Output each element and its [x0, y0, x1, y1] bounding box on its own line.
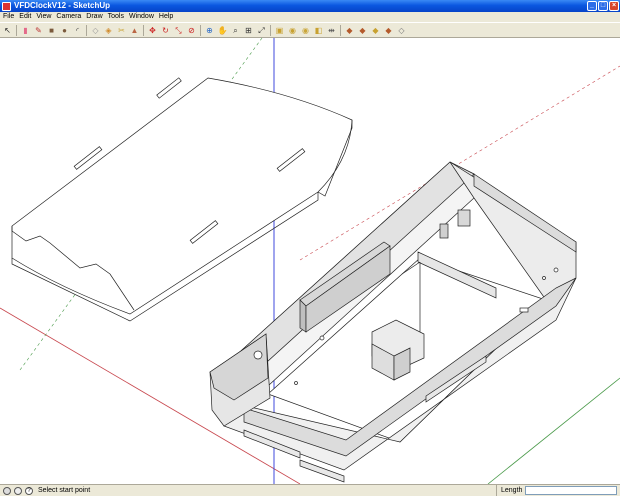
paint-bucket-icon[interactable]: ◈: [103, 25, 114, 36]
toolbar-separator: [270, 24, 271, 36]
green-axis-solid: [487, 377, 620, 484]
zoom-extents-icon[interactable]: ⤢: [256, 25, 267, 36]
styles-icon[interactable]: ◆: [370, 25, 381, 36]
toolbar-separator: [340, 24, 341, 36]
pan-icon[interactable]: ✋: [217, 25, 228, 36]
rectangle-icon[interactable]: ■: [46, 25, 57, 36]
model-drawing: [0, 38, 620, 484]
tape-measure-icon[interactable]: ✂: [116, 25, 127, 36]
menu-draw[interactable]: Draw: [83, 12, 104, 22]
menu-edit[interactable]: Edit: [16, 12, 33, 22]
camera-icon[interactable]: ▣: [274, 25, 285, 36]
main-toolbar: ↖ ▮ ✎ ■ ● ◜ ◇ ◈ ✂ ▲ ✥ ↻ ⤡ ⊘ ⊕ ✋ ⌕ ⊞ ⤢ ▣ ◉ ◉ ◧ ⇹ ◆ ◆ ◆ ◆ ◇: [0, 22, 620, 38]
sketchup-app-icon: [2, 1, 11, 11]
title-bar: VFDClockV12 - SketchUp _ □ ×: [0, 0, 620, 12]
make-component-icon[interactable]: ◇: [90, 25, 101, 36]
menu-view[interactable]: View: [33, 12, 53, 22]
push-pull-icon[interactable]: ▲: [129, 25, 140, 36]
toolbar-separator: [86, 24, 87, 36]
window-controls: _ □ ×: [587, 1, 619, 11]
minimize-button[interactable]: _: [587, 1, 597, 11]
menu-camera[interactable]: Camera: [53, 12, 83, 22]
select-arrow-icon[interactable]: ↖: [2, 25, 13, 36]
zoom-icon[interactable]: ⌕: [230, 25, 241, 36]
look-around-icon[interactable]: ◉: [300, 25, 311, 36]
walk-icon[interactable]: ◉: [287, 25, 298, 36]
toolbar-separator: [143, 24, 144, 36]
toolbar-separator: [16, 24, 17, 36]
eraser-icon[interactable]: ▮: [20, 25, 31, 36]
offset-icon[interactable]: ⊘: [186, 25, 197, 36]
window-title: VFDClockV12 - SketchUp: [14, 1, 111, 10]
maximize-button[interactable]: □: [598, 1, 608, 11]
orbit-icon[interactable]: ⊕: [204, 25, 215, 36]
materials-icon[interactable]: ◆: [357, 25, 368, 36]
status-bar: ? Select start point Length: [0, 484, 620, 496]
dimension-icon[interactable]: ⇹: [326, 25, 337, 36]
section-plane-icon[interactable]: ◧: [313, 25, 324, 36]
layers-icon[interactable]: ◆: [383, 25, 394, 36]
measurement-label: Length: [496, 485, 522, 496]
toolbar-separator: [200, 24, 201, 36]
credits-icon[interactable]: [14, 486, 22, 495]
menu-tools[interactable]: Tools: [105, 12, 126, 22]
scale-icon[interactable]: ⤡: [173, 25, 184, 36]
arc-icon[interactable]: ◜: [72, 25, 83, 36]
status-text: Select start point: [38, 487, 91, 494]
menu-window[interactable]: Window: [126, 12, 156, 22]
menu-bar: File Edit View Camera Draw Tools Window …: [0, 12, 620, 22]
help-icon[interactable]: ?: [25, 486, 33, 495]
close-button[interactable]: ×: [609, 1, 619, 11]
menu-file[interactable]: File: [0, 12, 16, 22]
zoom-window-icon[interactable]: ⊞: [243, 25, 254, 36]
rotate-icon[interactable]: ↻: [160, 25, 171, 36]
outliner-icon[interactable]: ◇: [396, 25, 407, 36]
model-viewport[interactable]: [0, 38, 620, 484]
geo-location-icon[interactable]: [3, 486, 11, 495]
measurement-input[interactable]: [525, 486, 617, 495]
components-icon[interactable]: ◆: [344, 25, 355, 36]
circle-icon[interactable]: ●: [59, 25, 70, 36]
lid-panel: [11, 77, 353, 322]
move-icon[interactable]: ✥: [147, 25, 158, 36]
menu-help[interactable]: Help: [156, 12, 175, 22]
pencil-icon[interactable]: ✎: [33, 25, 44, 36]
red-axis-dashed: [299, 65, 620, 261]
